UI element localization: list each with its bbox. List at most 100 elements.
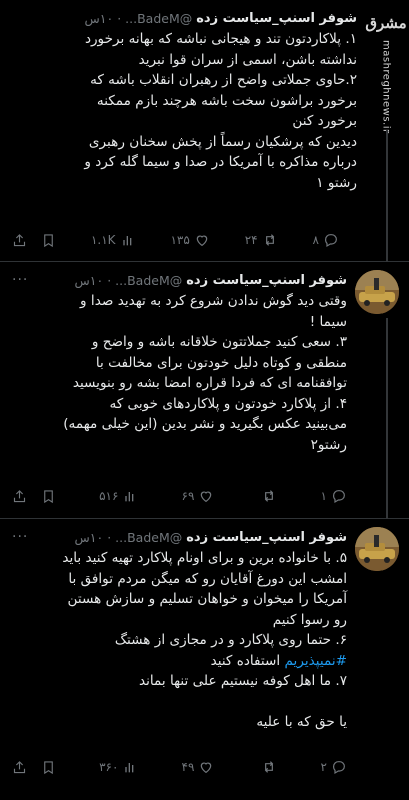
text-line: دیدین که پرشکیان رسماً از پخش سخنان رهبر… <box>88 133 357 150</box>
views-icon <box>125 492 134 502</box>
bookmark-icon[interactable] <box>41 760 56 775</box>
retweet-button[interactable]: ۲۴ <box>245 232 278 248</box>
tweet-thread: مشرق mashreghnews.ir شوفر اسنپ_سیاست زده… <box>0 0 409 800</box>
tweet-actions: ۸ ۲۴ ۱۳۵ ۱.۱K <box>12 232 339 248</box>
thread-connector <box>386 130 388 262</box>
like-button[interactable]: ۶۹ <box>182 488 215 504</box>
text-line: یا حق که با علیه <box>256 713 347 730</box>
text-line: برخورد کنن <box>292 113 357 129</box>
author-name[interactable]: شوفر اسنپ_سیاست زده <box>196 11 357 26</box>
share-group <box>12 760 56 775</box>
views-icon <box>122 236 131 246</box>
thread-connector <box>386 318 388 519</box>
like-button[interactable]: ۱۳۵ <box>170 232 209 248</box>
tweet-time[interactable]: ۱۰س <box>74 273 103 288</box>
text-line: ۴. از پلاکارد خودتون و پلاکاردهای خوبی ک… <box>109 395 347 412</box>
views-count: ۱.۱K <box>90 233 116 247</box>
text-line: امشب این دورغ آقایان رو که میگن مردم توا… <box>68 570 347 587</box>
text-line: رو رسوا کنیم <box>272 611 347 628</box>
text-line: آمریکا را میخوان و خواهان تسلیم و سازش ه… <box>67 591 347 607</box>
author-name[interactable]: شوفر اسنپ_سیاست زده <box>186 530 347 545</box>
bookmark-icon[interactable] <box>41 489 56 504</box>
views-count: ۳۶۰ <box>99 760 119 774</box>
text-line: وقتی دید گوش ندادن شروع کرد به تهدید صدا… <box>80 293 347 309</box>
heart-icon <box>196 235 208 247</box>
share-icon[interactable] <box>12 489 27 504</box>
share-icon[interactable] <box>12 233 27 248</box>
tweet-actions: ۱ ۶۹ ۵۱۶ <box>12 488 347 504</box>
text-line: رشتو۲ <box>310 436 347 453</box>
views-icon <box>125 763 134 773</box>
text-line: منطقی و کوتاه دلیل خودتون برای مخالفت با <box>95 354 347 371</box>
reply-button[interactable]: ۲ <box>321 759 347 775</box>
text-line: سیما ! <box>309 313 347 330</box>
text-line: توافقنامه ای که فردا قراره امضا بشه رو ب… <box>72 375 347 391</box>
tweet-time[interactable]: ۱۰س <box>84 11 113 26</box>
tweet-text: وقتی دید گوش ندادن شروع کرد به تهدید صدا… <box>12 291 347 455</box>
views-button[interactable]: ۱.۱K <box>91 232 136 248</box>
share-group <box>12 489 56 504</box>
retweet-button[interactable] <box>257 759 277 775</box>
tweet-header: شوفر اسنپ_سیاست زده @BadeM... · ۱۰س <box>12 8 357 28</box>
text-line: ۷. ما اهل کوفه نیستیم علی تنها بماند <box>138 673 347 689</box>
text-line: درباره مذاکره با آمریکا در صدا و سیما گل… <box>84 154 357 170</box>
avatar-car-image <box>355 270 399 314</box>
like-button[interactable]: ۴۹ <box>182 759 215 775</box>
hashtag-link[interactable]: #نمیپذیریم <box>285 653 348 669</box>
heart-icon <box>201 491 212 503</box>
author-name[interactable]: شوفر اسنپ_سیاست زده <box>186 273 347 288</box>
heart-icon <box>201 762 212 774</box>
tweet-text: ۱. پلاکاردتون تند و هیجانی نباشه که بهان… <box>12 29 357 193</box>
tweet-3[interactable]: ··· شوفر اسنپ_سیاست زده @BadeM... · ۱۰س … <box>0 519 409 800</box>
reply-button[interactable]: ۱ <box>321 488 347 504</box>
reply-button[interactable]: ۸ <box>313 232 339 248</box>
text-line: ۳. سعی کنید جملاتتون خلاقانه باشه و واضح… <box>91 334 347 350</box>
text-line: ۱. پلاکاردتون تند و هیجانی نباشه که بهان… <box>84 31 357 47</box>
tweet-text: ۵. با خانواده برین و برای اونام پلاکارد … <box>12 548 347 732</box>
author-handle[interactable]: @BadeM... <box>115 530 182 545</box>
retweet-icon <box>265 234 274 246</box>
text-line: برخورد براشون سخت باشه هرچند بازم ممکنه <box>96 92 357 109</box>
retweet-icon <box>265 490 274 502</box>
author-handle[interactable]: @BadeM... <box>125 11 192 26</box>
text-line: رشتو ۱ <box>316 174 357 191</box>
watermark-url: mashreghnews.ir <box>380 40 392 134</box>
hashtag-suffix: استفاده کنید <box>210 652 285 669</box>
reply-count: ۲ <box>320 760 327 774</box>
avatar-column <box>355 270 399 314</box>
retweet-icon <box>265 761 274 773</box>
bookmark-icon[interactable] <box>41 233 56 248</box>
share-icon[interactable] <box>12 760 27 775</box>
separator-dot: · <box>117 10 122 26</box>
tweet-2[interactable]: ··· شوفر اسنپ_سیاست زده @BadeM... · ۱۰س … <box>0 262 409 519</box>
tweet-header: شوفر اسنپ_سیاست زده @BadeM... · ۱۰س <box>12 527 347 547</box>
reply-count: ۱ <box>320 489 327 503</box>
tweet-1[interactable]: مشرق mashreghnews.ir شوفر اسنپ_سیاست زده… <box>0 0 409 262</box>
share-group <box>12 233 56 248</box>
watermark-mark: مشرق <box>365 14 407 32</box>
reply-count: ۸ <box>312 233 319 247</box>
author-handle[interactable]: @BadeM... <box>115 273 182 288</box>
like-count: ۴۹ <box>181 760 195 774</box>
retweet-count: ۲۴ <box>244 233 258 247</box>
hashtag-line: #نمیپذیریم استفاده کنید <box>12 651 347 672</box>
views-button[interactable]: ۳۶۰ <box>99 759 138 775</box>
separator-dot: · <box>107 272 112 288</box>
avatar[interactable] <box>355 527 399 571</box>
watermark-logo: مشرق mashreghnews.ir <box>365 6 407 134</box>
text-line: ۲.حاوی جملاتی واضح از رهبران انقلاب باشه… <box>90 72 357 88</box>
avatar-column <box>355 527 399 571</box>
tweet-time[interactable]: ۱۰س <box>74 530 103 545</box>
retweet-button[interactable] <box>257 488 277 504</box>
separator-dot: · <box>107 529 112 545</box>
text-line: ۶. حتما روی پلاکارد و در مجازی از هشتگ <box>114 632 347 648</box>
avatar[interactable] <box>355 270 399 314</box>
reply-icon <box>325 234 337 248</box>
views-button[interactable]: ۵۱۶ <box>99 488 138 504</box>
reply-icon <box>333 490 345 504</box>
text-line: ۵. با خانواده برین و برای اونام پلاکارد … <box>62 550 347 566</box>
reply-icon <box>333 761 345 775</box>
like-count: ۶۹ <box>181 489 195 503</box>
text-line: می‌بینید عکس بگیرید و نشر بدین (این خیلی… <box>63 416 347 432</box>
views-count: ۵۱۶ <box>99 489 119 503</box>
